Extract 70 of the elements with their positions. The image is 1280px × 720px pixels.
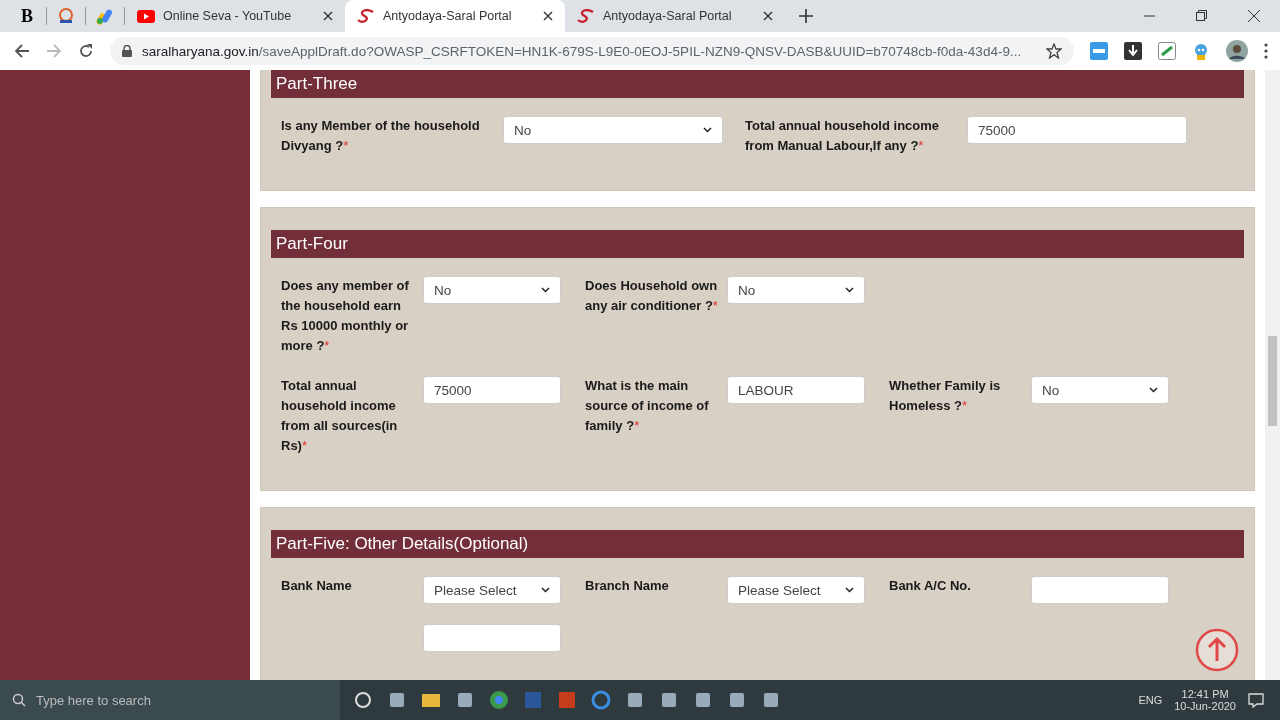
dropdown[interactable]: No: [503, 116, 723, 144]
chevron-icon: [541, 587, 550, 593]
play-icon: [137, 9, 155, 23]
url-text: saralharyana.gov.in/saveApplDraft.do?OWASP_CSRFTOKEN=HN1K-679S-L9E0-0EOJ-5PIL-NZN9-QNSV-DASB&UUID=b70748cb-f0da-43d4-9...: [142, 43, 1023, 59]
browser-tab[interactable]: Antyodaya-Saral Portal: [565, 0, 785, 32]
search-icon: [12, 693, 26, 707]
language-indicator[interactable]: ENG: [1138, 694, 1163, 706]
section-header: Part-Five: Other Details(Optional): [271, 530, 1244, 558]
close-icon[interactable]: [763, 11, 773, 21]
chevron-icon: [1149, 387, 1158, 393]
input-field[interactable]: [1031, 576, 1169, 604]
field-label: Total annual household income from all sources(in Rs)*: [281, 377, 399, 455]
dropdown[interactable]: Please Select: [423, 576, 561, 604]
new-tab-icon[interactable]: [799, 9, 813, 23]
swirl-icon: [577, 9, 595, 23]
avatar-icon[interactable]: [1226, 40, 1248, 62]
field-label: Does Household own any air conditioner ?*: [585, 277, 719, 315]
app-icon[interactable]: [352, 689, 374, 711]
field-label: Does any member of the household earn Rs 10000 monthly or more ?*: [281, 277, 410, 355]
field-label: Branch Name: [585, 577, 670, 595]
field-label: Whether Family is Homeless ?*: [889, 377, 1002, 415]
input-field[interactable]: 75000: [423, 376, 561, 404]
chevron-icon: [845, 287, 854, 293]
chevron-icon: [845, 587, 854, 593]
clock-date[interactable]: 10-Jun-2020: [1174, 700, 1236, 712]
extension-icon[interactable]: [1158, 42, 1176, 60]
address-bar[interactable]: saralharyana.gov.in/saveApplDraft.do?OWASP_CSRFTOKEN=HN1K-679S-L9E0-0EOJ-5PIL-NZN9-QNSV-DASB&UUID=b70748cb-f0da-43d4-9...: [110, 37, 1074, 65]
tab-title: Antyodaya-Saral Portal: [383, 9, 513, 23]
field-label: Bank Name: [281, 577, 353, 595]
notification-icon[interactable]: [1248, 692, 1264, 708]
tab-title: Antyodaya-Saral Portal: [603, 9, 733, 23]
extension-icon[interactable]: [1090, 42, 1108, 60]
restore-icon[interactable]: [1196, 10, 1208, 22]
tab-title: Online Seva - YouTube: [163, 9, 293, 23]
download-icon[interactable]: [1124, 42, 1142, 60]
close-icon[interactable]: [323, 11, 333, 21]
scroll-top-button[interactable]: [1195, 628, 1239, 672]
pinned-tab[interactable]: B: [8, 0, 46, 32]
close-icon[interactable]: [1248, 10, 1260, 22]
close-icon[interactable]: [543, 11, 553, 21]
browser-tab[interactable]: Antyodaya-Saral Portal: [345, 0, 565, 32]
swirl-icon: [357, 9, 375, 23]
section-header: Part-Three: [271, 70, 1244, 98]
ads-icon: [96, 7, 114, 25]
input-field[interactable]: 75000: [967, 116, 1187, 144]
field-label: Bank A/C No.: [889, 577, 972, 595]
dropdown[interactable]: No: [423, 276, 561, 304]
dropdown[interactable]: Please Select: [727, 576, 865, 604]
scrollbar-thumb[interactable]: [1268, 336, 1277, 426]
reload-icon[interactable]: [78, 43, 94, 59]
field-label: Is any Member of the household Divyang ?*: [281, 117, 481, 155]
field-label: What is the main source of income of family ?*: [585, 377, 710, 435]
search-field[interactable]: Type here to search: [0, 680, 340, 720]
input-field[interactable]: [423, 624, 561, 652]
dropdown[interactable]: No: [1031, 376, 1169, 404]
chevron-icon: [541, 287, 550, 293]
menu-icon[interactable]: [1264, 43, 1268, 59]
back-icon[interactable]: [14, 43, 30, 59]
field-label: Total annual household income from Manual Labour,If any ?*: [745, 117, 941, 155]
lock-icon: [122, 45, 132, 57]
section-header: Part-Four: [271, 230, 1244, 258]
chevron-icon: [703, 127, 712, 133]
input-field[interactable]: LABOUR: [727, 376, 865, 404]
robot-icon[interactable]: [1192, 42, 1210, 60]
pinned-tab-label: B: [21, 5, 33, 27]
clock-time[interactable]: 12:41 PM: [1181, 688, 1229, 700]
browser-tab[interactable]: Online Seva - YouTube: [125, 0, 345, 32]
dropdown[interactable]: No: [727, 276, 865, 304]
emblem-icon: [57, 7, 75, 25]
star-icon[interactable]: [1046, 43, 1062, 59]
